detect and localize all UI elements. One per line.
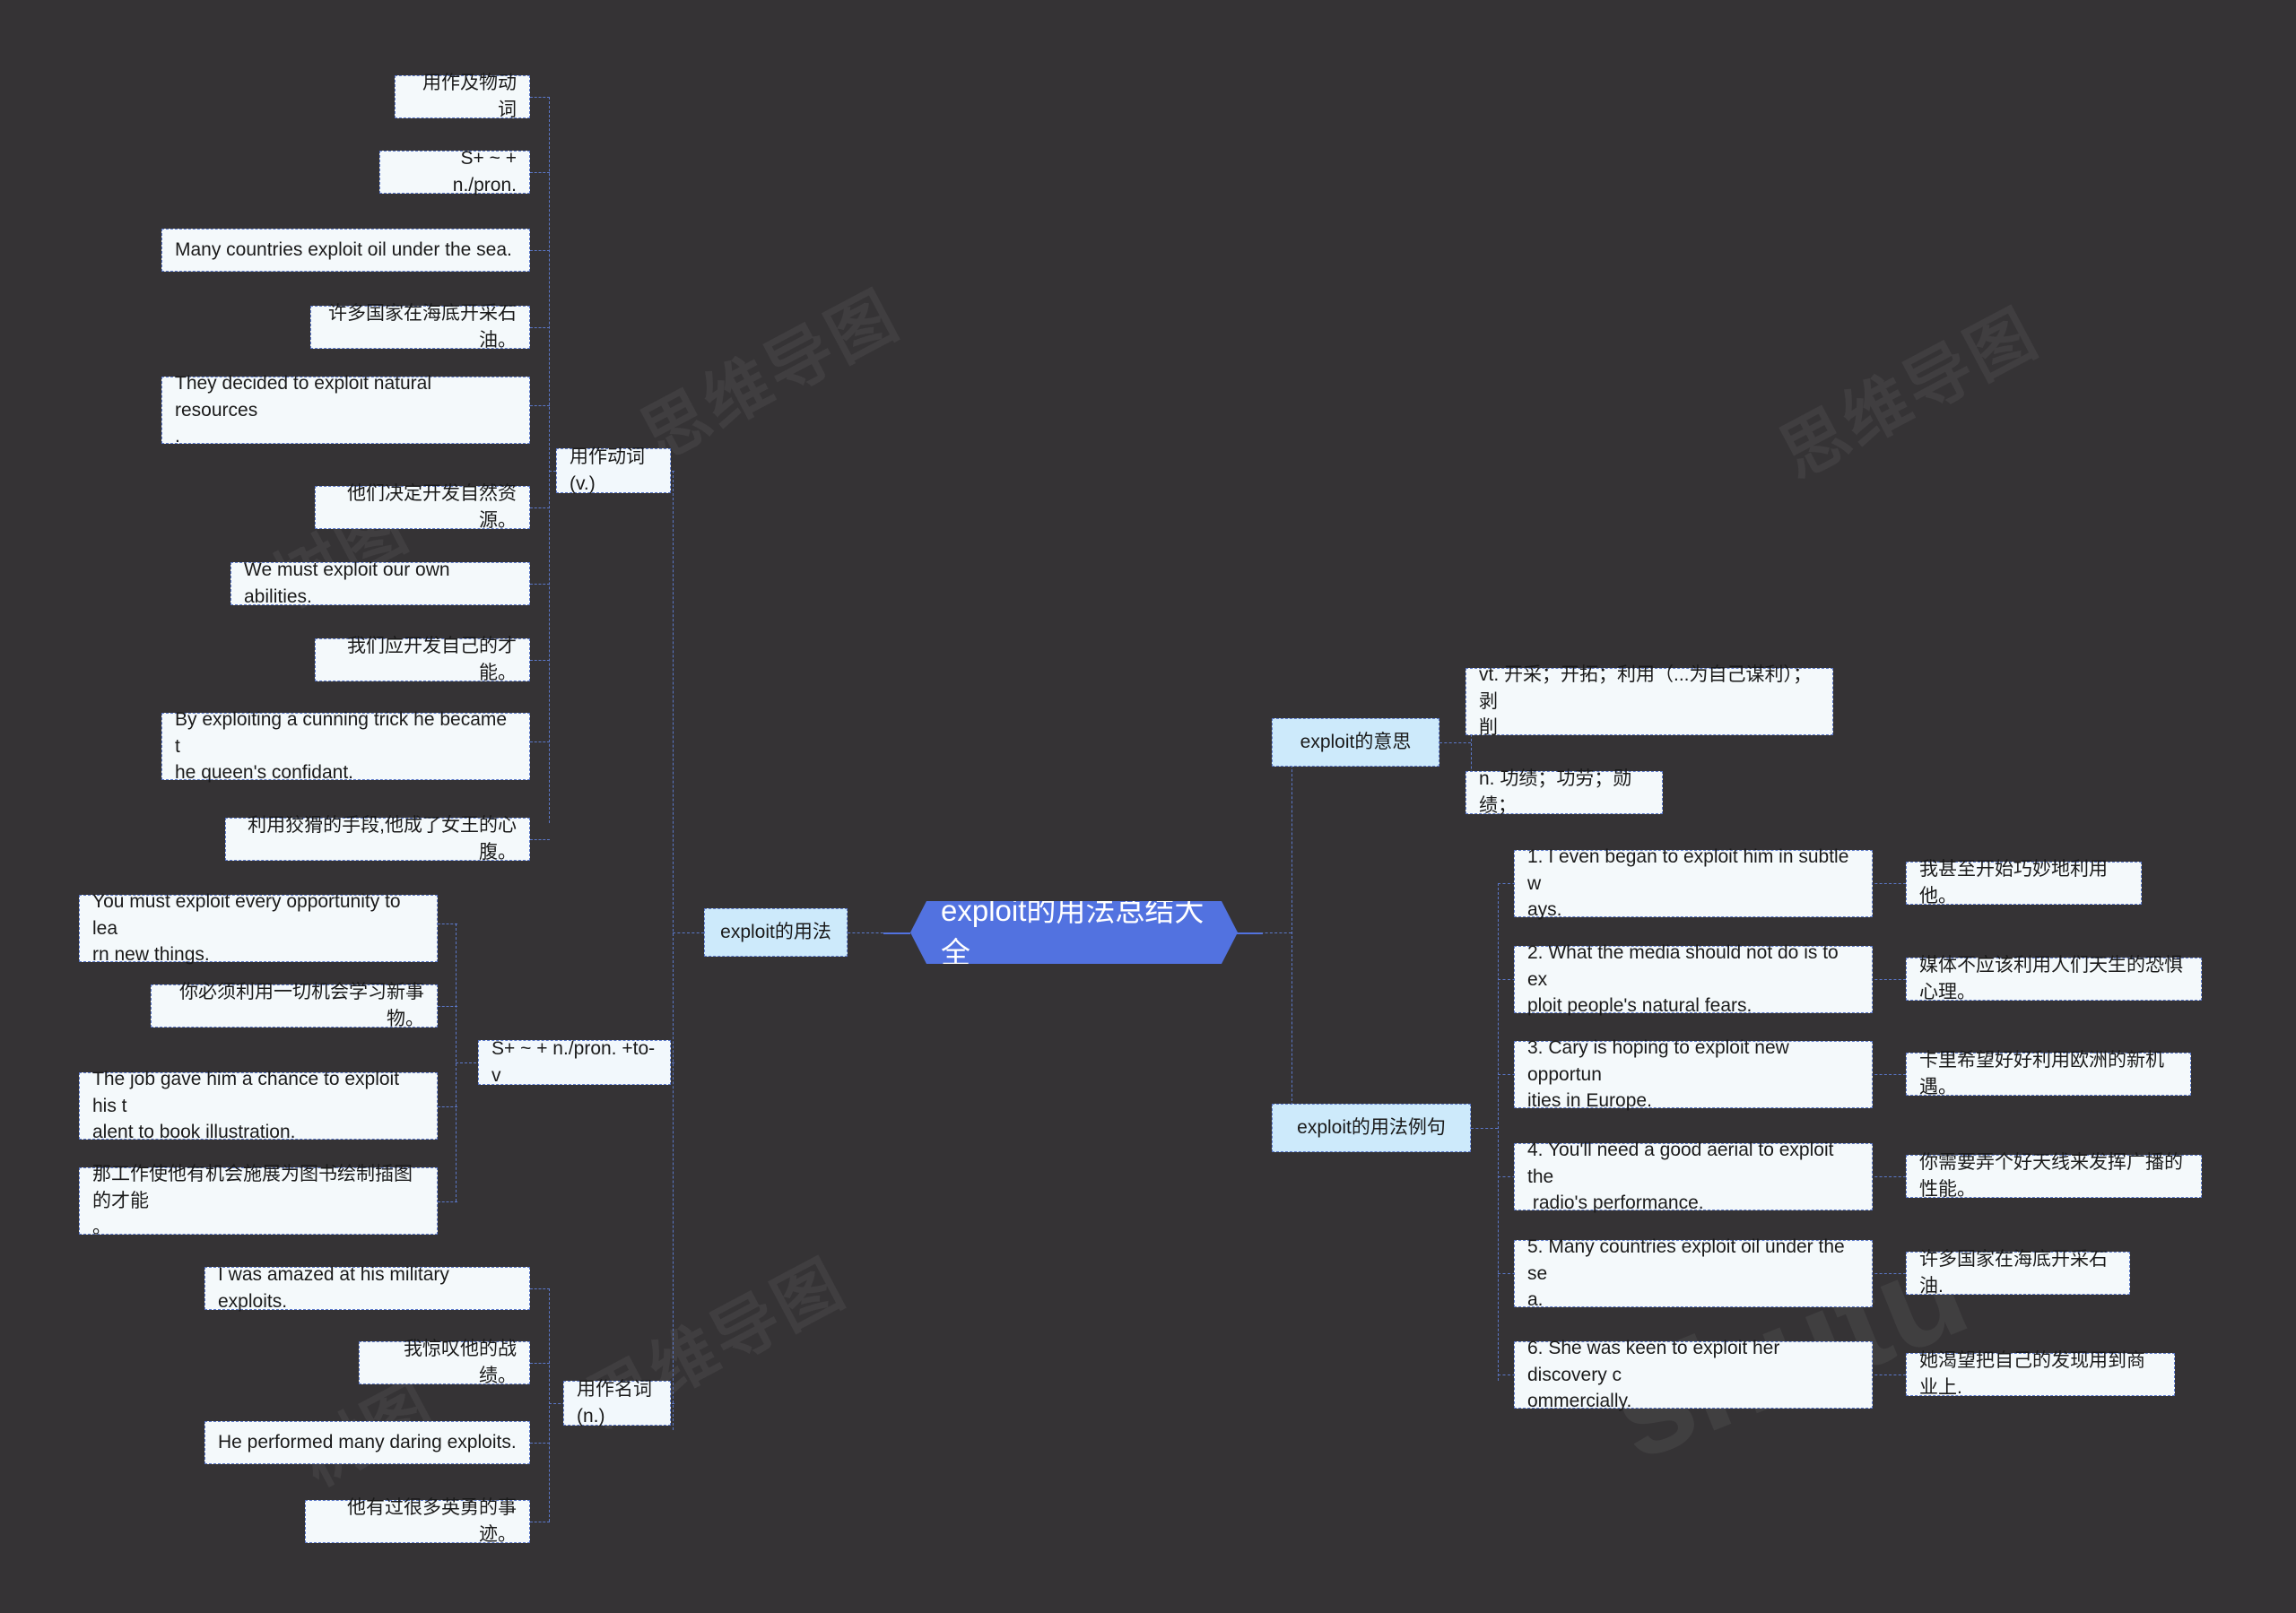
leaf-node[interactable]: You must exploit every opportunity to le… <box>79 891 438 965</box>
leaf-node[interactable]: We must exploit our own abilities. <box>230 559 530 607</box>
leaf-node[interactable]: 用作及物动词 <box>395 73 530 120</box>
subbranch-noun[interactable]: 用作名词(n.) <box>563 1379 671 1427</box>
branch-usage[interactable]: exploit的用法 <box>704 908 848 957</box>
branch-meaning[interactable]: exploit的意思 <box>1272 718 1439 767</box>
example-sentence-cn[interactable]: 她渴望把自己的发现用到商业上. <box>1906 1350 2175 1398</box>
connector <box>530 405 550 406</box>
connector <box>530 584 550 585</box>
connector <box>1471 1128 1498 1129</box>
connector <box>673 932 704 933</box>
mindmap-canvas: 树图 思维导图 树图 思维导图 思维导图 shutu <box>0 0 2296 1613</box>
connector <box>530 839 550 840</box>
connector <box>1870 883 1906 884</box>
branch-examples[interactable]: exploit的用法例句 <box>1272 1104 1471 1152</box>
leaf-node[interactable]: S+ ~ + n./pron. <box>379 148 530 195</box>
watermark-text: 思维导图 <box>1768 294 2051 492</box>
example-sentence-en[interactable]: 6. She was keen to exploit her discovery… <box>1514 1338 1873 1411</box>
meaning-node[interactable]: n. 功绩；功劳；勋绩； <box>1465 768 1663 816</box>
leaf-node[interactable]: 利用狡猾的手段,他成了女王的心腹。 <box>225 815 530 863</box>
connector <box>456 924 457 1201</box>
connector <box>883 932 910 934</box>
leaf-node[interactable]: He performed many daring exploits. <box>204 1421 530 1464</box>
connector <box>1870 1176 1906 1177</box>
example-sentence-en[interactable]: 5. Many countries exploit oil under the … <box>1514 1236 1873 1310</box>
connector <box>530 172 550 173</box>
leaf-node[interactable]: 他有过很多英勇的事迹。 <box>305 1497 530 1545</box>
connector <box>530 1288 550 1289</box>
connector <box>438 1106 457 1107</box>
connector <box>1439 742 1471 743</box>
connector <box>1498 883 1499 1381</box>
connector <box>438 1006 457 1007</box>
connector <box>1236 932 1263 934</box>
leaf-node[interactable]: 那工作使他有机会施展为图书绘制插图的才能 。 <box>79 1164 438 1237</box>
connector <box>530 97 550 98</box>
example-sentence-en[interactable]: 4. You'll need a good aerial to exploit … <box>1514 1140 1873 1213</box>
leaf-node[interactable]: They decided to exploit natural resource… <box>161 373 530 447</box>
connector <box>530 660 550 661</box>
subbranch-verb[interactable]: 用作动词(v.) <box>556 447 671 494</box>
example-sentence-en[interactable]: 3. Cary is hoping to exploit new opportu… <box>1514 1037 1873 1111</box>
connector <box>1256 932 1292 933</box>
example-sentence-en[interactable]: 2. What the media should not do is to ex… <box>1514 942 1873 1016</box>
connector <box>1870 979 1906 980</box>
leaf-node[interactable]: Many countries exploit oil under the sea… <box>161 229 530 272</box>
connector <box>530 507 550 508</box>
leaf-node[interactable]: The job gave him a chance to exploit his… <box>79 1069 438 1142</box>
connector <box>530 327 550 328</box>
meaning-node[interactable]: vt. 开采；开拓；利用（...为自己谋利）；剥 削 <box>1465 664 1833 738</box>
leaf-node[interactable]: By exploiting a cunning trick he became … <box>161 709 530 783</box>
connector <box>530 1443 550 1444</box>
connector <box>530 741 550 742</box>
leaf-node[interactable]: 我惊叹他的战绩。 <box>359 1339 530 1386</box>
connector <box>530 250 550 251</box>
connector <box>1870 1273 1906 1274</box>
example-sentence-cn[interactable]: 你需要弄个好天线来发挥广播的性能。 <box>1906 1152 2202 1200</box>
subbranch-pattern-to-v[interactable]: S+ ~ + n./pron. +to- v <box>478 1038 671 1086</box>
watermark-text: 思维导图 <box>629 276 912 474</box>
leaf-node[interactable]: 他们决定开发自然资源。 <box>315 483 530 531</box>
leaf-node[interactable]: I was amazed at his military exploits. <box>204 1264 530 1312</box>
connector <box>1870 1074 1906 1075</box>
example-sentence-cn[interactable]: 我甚至开始巧妙地利用他。 <box>1906 859 2142 906</box>
connector <box>549 1288 550 1522</box>
connector <box>530 1363 550 1364</box>
example-sentence-cn[interactable]: 许多国家在海底开采石油. <box>1906 1249 2130 1296</box>
connector <box>549 97 550 823</box>
leaf-node[interactable]: 我们应开发自己的才能。 <box>315 636 530 683</box>
example-sentence-cn[interactable]: 媒体不应该利用人们天生的恐惧心理。 <box>1906 955 2202 1002</box>
leaf-node[interactable]: 你必须利用一切机会学习新事物。 <box>151 982 438 1029</box>
connector <box>438 1201 457 1202</box>
connector <box>673 471 674 1430</box>
connector <box>843 932 888 933</box>
leaf-node[interactable]: 许多国家在海底开采石油。 <box>310 303 530 351</box>
example-sentence-cn[interactable]: 卡里希望好好利用欧洲的新机遇。 <box>1906 1050 2191 1097</box>
example-sentence-en[interactable]: 1. I even began to exploit him in subtle… <box>1514 846 1873 920</box>
center-node[interactable]: exploit的用法总结大全 <box>910 901 1238 964</box>
